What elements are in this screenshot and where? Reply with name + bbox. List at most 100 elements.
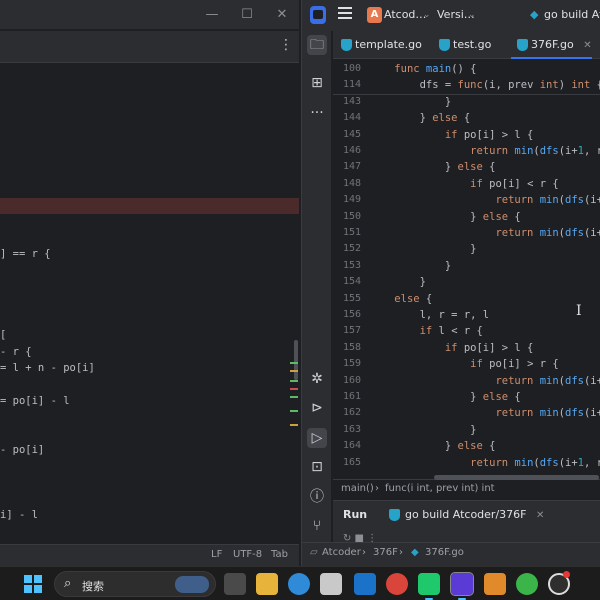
line-number[interactable]: 151: [333, 225, 361, 241]
line-number[interactable]: 100: [333, 61, 361, 77]
more-tools-icon[interactable]: ···: [307, 103, 327, 123]
line-number[interactable]: 157: [333, 323, 361, 339]
run-session-tab[interactable]: go build Atcoder/376F ✕: [381, 504, 552, 526]
line-number[interactable]: 156: [333, 307, 361, 323]
code-line[interactable]: return min(dfs(i+1, r)+p: [369, 143, 600, 159]
terminal-icon[interactable]: ⊡: [307, 457, 327, 477]
run-configuration-selector[interactable]: go build Atco: [544, 8, 600, 21]
line-number[interactable]: 149: [333, 192, 361, 208]
close-tab-icon[interactable]: ✕: [536, 510, 544, 521]
code-editor[interactable]: 100 114 143 144 145 146 147 148 149 150 151 152 153 1…: [333, 60, 600, 478]
project-badge[interactable]: A: [367, 7, 382, 23]
code-line[interactable]: if l < r {: [369, 323, 483, 339]
code-line[interactable]: } else {: [369, 159, 496, 175]
services-icon[interactable]: ⊳: [307, 398, 327, 418]
line-number[interactable]: 148: [333, 176, 361, 192]
code-line[interactable]: } else {: [369, 209, 521, 225]
code-line[interactable]: l, r = r, l: [369, 307, 490, 323]
code-line[interactable]: }: [369, 422, 476, 438]
line-number[interactable]: 143: [333, 94, 361, 110]
status-path-dir[interactable]: 376F: [373, 547, 398, 558]
line-number[interactable]: 155: [333, 291, 361, 307]
mail-icon[interactable]: [354, 573, 376, 595]
more-icon[interactable]: ⋮: [279, 37, 293, 53]
code-line[interactable]: if po[i] > l {: [369, 340, 534, 356]
background-ide-window[interactable]: — ☐ ✕ ⋮ ✓ ] == r { [ - r { = l + n - po[…: [0, 0, 299, 566]
horizontal-scrollbar[interactable]: [434, 475, 599, 480]
code-line[interactable]: }: [369, 274, 426, 290]
line-number[interactable]: 154: [333, 274, 361, 290]
line-number[interactable]: 153: [333, 258, 361, 274]
line-number[interactable]: 163: [333, 422, 361, 438]
line-number[interactable]: 158: [333, 340, 361, 356]
git-icon[interactable]: ⑂: [307, 516, 327, 536]
code-line[interactable]: func main() {: [369, 61, 476, 77]
sublime-text-icon[interactable]: [484, 573, 506, 595]
goland-ide-window[interactable]: A Atcod… ⌄ Versi… ⌄ ◆ go build Atco 🗀 ⊞ …: [301, 0, 600, 566]
code-editor[interactable]: [0, 64, 299, 544]
chevron-down-icon[interactable]: ⌄: [468, 10, 476, 20]
code-line[interactable]: return min(dfs(i+1,: [369, 225, 600, 241]
code-line[interactable]: return min(dfs(i+1, r)+l: [369, 455, 600, 471]
code-line[interactable]: return min(dfs(i+1,: [369, 373, 600, 389]
store-icon[interactable]: [320, 573, 342, 595]
tab-test-go[interactable]: test.go: [433, 31, 491, 59]
taskbar-search[interactable]: ⌕ 搜索: [54, 571, 216, 597]
code-line[interactable]: } else {: [369, 438, 496, 454]
line-number[interactable]: 164: [333, 438, 361, 454]
code-line[interactable]: }: [369, 241, 476, 257]
line-separator-indicator[interactable]: LF: [211, 549, 222, 560]
chevron-down-icon[interactable]: ⌄: [423, 10, 431, 20]
code-line[interactable]: dfs = func(i, prev int) int {: [369, 77, 600, 93]
task-view-icon[interactable]: [224, 573, 246, 595]
tab-376f-go[interactable]: 376F.go ✕: [511, 31, 592, 59]
line-number[interactable]: 144: [333, 110, 361, 126]
status-path-file[interactable]: 376F.go: [425, 547, 464, 558]
code-line[interactable]: if po[i] > r {: [369, 356, 559, 372]
debug-icon[interactable]: ✲: [307, 369, 327, 389]
run-panel-title[interactable]: Run: [343, 508, 367, 521]
pycharm-icon[interactable]: [418, 573, 440, 600]
code-line[interactable]: }: [369, 94, 451, 110]
line-number[interactable]: 145: [333, 127, 361, 143]
file-explorer-icon[interactable]: [256, 573, 278, 595]
tab-template-go[interactable]: template.go: [335, 31, 422, 59]
project-folder-icon[interactable]: 🗀: [307, 35, 327, 55]
edge-browser-icon[interactable]: [288, 573, 310, 595]
window-title-bar[interactable]: — ☐ ✕: [0, 0, 299, 30]
windows-start-icon[interactable]: [24, 575, 42, 593]
line-number[interactable]: 150: [333, 209, 361, 225]
breadcrumb-func[interactable]: func(i int, prev int) int: [385, 483, 495, 494]
indent-indicator[interactable]: Tab: [271, 549, 288, 560]
code-line[interactable]: if po[i] < r {: [369, 176, 559, 192]
run-icon[interactable]: ▷: [307, 428, 327, 448]
line-number[interactable]: 162: [333, 405, 361, 421]
code-line[interactable]: if po[i] > l {: [369, 127, 534, 143]
line-number[interactable]: 152: [333, 241, 361, 257]
code-line[interactable]: }: [369, 258, 451, 274]
line-number[interactable]: 114: [333, 77, 361, 93]
window-title-bar[interactable]: A Atcod… ⌄ Versi… ⌄ ◆ go build Atco: [302, 0, 600, 31]
goland-icon[interactable]: [450, 572, 474, 600]
close-button[interactable]: ✕: [267, 5, 297, 25]
breadcrumb-main[interactable]: main(): [341, 483, 374, 494]
project-selector[interactable]: Atcod…: [384, 8, 426, 21]
minimize-button[interactable]: —: [197, 5, 227, 25]
main-menu-icon[interactable]: [338, 7, 352, 21]
status-path-project[interactable]: Atcoder: [322, 547, 361, 558]
line-number[interactable]: 165: [333, 455, 361, 471]
code-line[interactable]: return min(dfs(i+1,: [369, 405, 600, 421]
encoding-indicator[interactable]: UTF-8: [233, 549, 262, 560]
change-markers-scrollbar[interactable]: [290, 340, 298, 470]
line-number[interactable]: 160: [333, 373, 361, 389]
code-line[interactable]: } else {: [369, 110, 471, 126]
wechat-icon[interactable]: [516, 573, 538, 595]
maximize-button[interactable]: ☐: [232, 5, 262, 25]
structure-icon[interactable]: ⊞: [307, 73, 327, 93]
line-number[interactable]: 159: [333, 356, 361, 372]
line-number-gutter[interactable]: 100 114 143 144 145 146 147 148 149 150 151 152 153 1…: [333, 60, 367, 478]
line-number[interactable]: 161: [333, 389, 361, 405]
line-number[interactable]: 146: [333, 143, 361, 159]
line-number[interactable]: 147: [333, 159, 361, 175]
code-line[interactable]: else {: [369, 291, 432, 307]
